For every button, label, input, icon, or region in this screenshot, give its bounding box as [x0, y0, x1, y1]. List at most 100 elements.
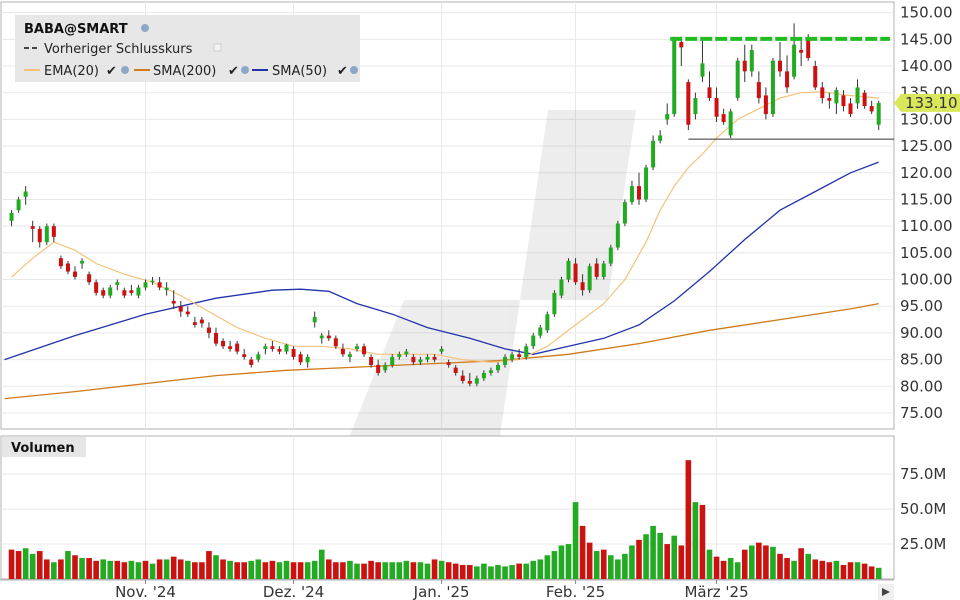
last-price-marker: 133.10 [894, 93, 960, 112]
volume-bar [467, 565, 473, 579]
volume-bar [840, 565, 847, 579]
volume-bar [622, 553, 628, 579]
volume-bar [297, 562, 304, 579]
candle [552, 290, 557, 317]
check-icon[interactable]: ✔ [337, 64, 348, 79]
volume-bar [537, 559, 544, 579]
candle [601, 260, 606, 280]
candle [615, 220, 620, 251]
volume-bar [227, 560, 233, 579]
legend-sma200-label: SMA(200) [153, 64, 216, 79]
volume-bar [734, 562, 741, 579]
volume-bar [713, 556, 720, 579]
volume-bar [678, 545, 685, 579]
volume-bar [629, 545, 635, 579]
volume-bar [833, 560, 840, 579]
volume-panel: 25.0M 50.0M 75.0M Volumen [0, 435, 946, 580]
volume-bar [495, 565, 501, 579]
check-icon[interactable]: ✔ [106, 64, 117, 79]
volume-bar [523, 563, 529, 579]
volume-bar [44, 559, 50, 579]
y-tick-label: 105.00 [900, 244, 953, 262]
volume-bar [248, 560, 255, 579]
volume-bar [551, 551, 558, 579]
volume-bar [347, 560, 353, 579]
volume-bar [170, 556, 177, 579]
legend-sma50-label: SMA(50) [272, 64, 327, 79]
y-tick-label: 95.00 [900, 297, 943, 315]
candle [608, 244, 613, 267]
volume-bar [255, 559, 262, 579]
volume-bar [382, 562, 388, 579]
volume-bar [650, 525, 656, 579]
volume-bar [290, 562, 297, 579]
volume-axis: 25.0M 50.0M 75.0M [900, 465, 946, 553]
candle [770, 58, 775, 117]
volume-tick-label: 50.0M [900, 500, 946, 518]
volume-bar [389, 562, 396, 579]
volume-bar [241, 562, 247, 579]
volume-bar [657, 532, 663, 579]
volume-bar [875, 567, 882, 579]
volume-bar [375, 562, 381, 579]
volume-bar [283, 560, 290, 579]
volume-bar [868, 566, 875, 579]
legend-prev-close: Vorheriger Schlusskurs [24, 42, 222, 57]
candle [559, 276, 564, 299]
settings-icon[interactable] [121, 66, 129, 74]
volume-bar [784, 558, 790, 579]
settings-icon[interactable] [141, 24, 149, 32]
volume-bar [565, 544, 572, 579]
volume-bar [763, 545, 769, 579]
scroll-right-control[interactable] [878, 584, 894, 600]
volume-bar [72, 555, 78, 579]
volume-bar [177, 559, 184, 579]
volume-bar [481, 563, 487, 579]
volume-bar [142, 560, 149, 579]
y-tick-label: 85.00 [900, 351, 943, 369]
volume-bar [664, 544, 670, 579]
volume-bar [396, 562, 403, 579]
chart-title: BABA@SMART [24, 22, 128, 37]
y-tick-label: 140.00 [900, 57, 953, 75]
volume-bar [777, 553, 783, 579]
volume-bar [424, 563, 431, 579]
volume-bar [692, 502, 699, 579]
volume-bar [770, 546, 776, 579]
volume-bar [812, 559, 819, 579]
volume-bar [368, 560, 374, 579]
volume-bar [572, 502, 579, 579]
volume-bar [445, 562, 452, 579]
x-tick-label: März '25 [684, 583, 748, 600]
volume-bar [720, 560, 727, 579]
stock-chart: 75.00 80.00 85.00 90.00 95.00 100.00 105.00 110… [0, 0, 960, 600]
volume-bar [488, 566, 494, 579]
volume-bar [544, 555, 551, 579]
y-tick-label: 110.00 [900, 217, 953, 235]
volume-bar [431, 559, 438, 579]
volume-bar [361, 563, 367, 579]
x-tick-label: Jan. '25 [413, 583, 470, 600]
y-tick-label: 80.00 [900, 377, 943, 395]
volume-bar [847, 562, 854, 579]
volume-bar [459, 565, 466, 579]
volume-bar [15, 551, 22, 579]
volume-bar [756, 542, 762, 579]
volume-bar [826, 562, 833, 579]
volume-bar [340, 562, 346, 579]
settings-icon[interactable] [241, 66, 249, 74]
check-icon[interactable]: ✔ [228, 64, 239, 79]
volume-bar [854, 562, 861, 579]
volume-bar [58, 559, 64, 579]
volume-bar [107, 560, 114, 579]
candle [587, 263, 592, 293]
legend-ema20-label: EMA(20) [44, 64, 99, 79]
volume-bar [206, 551, 212, 579]
y-tick-label: 90.00 [900, 324, 943, 342]
volume-bar [530, 560, 537, 579]
volume-bar [36, 551, 43, 579]
settings-icon[interactable] [350, 66, 358, 74]
visibility-toggle-icon[interactable] [213, 43, 222, 52]
volume-bar [86, 558, 92, 579]
volume-bar [671, 535, 678, 579]
